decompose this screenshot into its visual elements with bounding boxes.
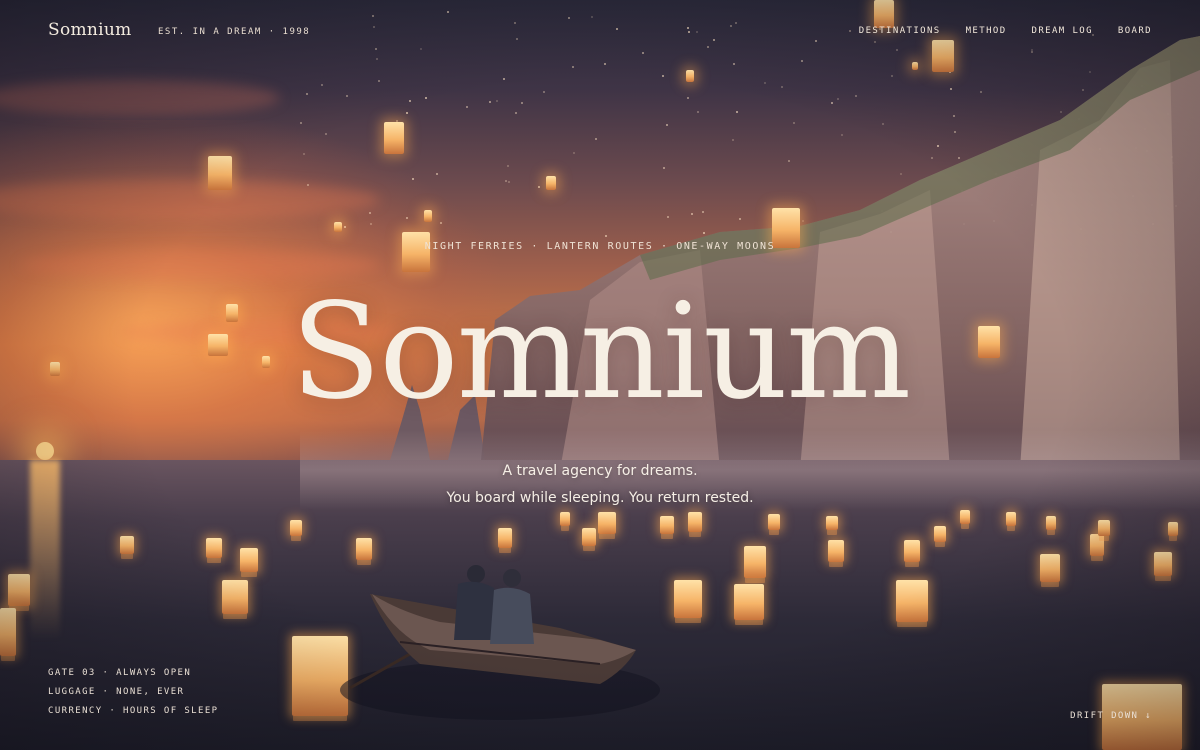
scroll-down-link[interactable]: DRIFT DOWN ↓ [1070, 711, 1152, 721]
info-currency: CURRENCY · HOURS OF SLEEP [48, 706, 219, 716]
established-tagline: EST. IN A DREAM · 1998 [158, 27, 311, 37]
tagline-line: A travel agency for dreams. [502, 463, 698, 479]
nav-item-board[interactable]: BOARD [1118, 26, 1152, 36]
info-luggage: LUGGAGE · NONE, EVER [48, 687, 185, 697]
travel-info: GATE 03 · ALWAYS OPEN LUGGAGE · NONE, EV… [48, 668, 218, 725]
hero-kicker: NIGHT FERRIES · LANTERN ROUTES · ONE-WAY… [424, 241, 776, 252]
brand-logo[interactable]: Somnium [48, 20, 132, 40]
nav-item-destinations[interactable]: DESTINATIONS [859, 26, 941, 36]
hero-title: Somnium [290, 275, 911, 429]
hero-tagline: A travel agency for dreams. You board wh… [0, 458, 1200, 512]
info-gate: GATE 03 · ALWAYS OPEN [48, 668, 192, 678]
nav-item-dream-log[interactable]: DREAM LOG [1032, 26, 1093, 36]
nav-item-method[interactable]: METHOD [966, 26, 1007, 36]
main-nav: DESTINATIONS METHOD DREAM LOG BOARD [859, 26, 1152, 36]
tagline-line: You board while sleeping. You return res… [446, 490, 754, 506]
